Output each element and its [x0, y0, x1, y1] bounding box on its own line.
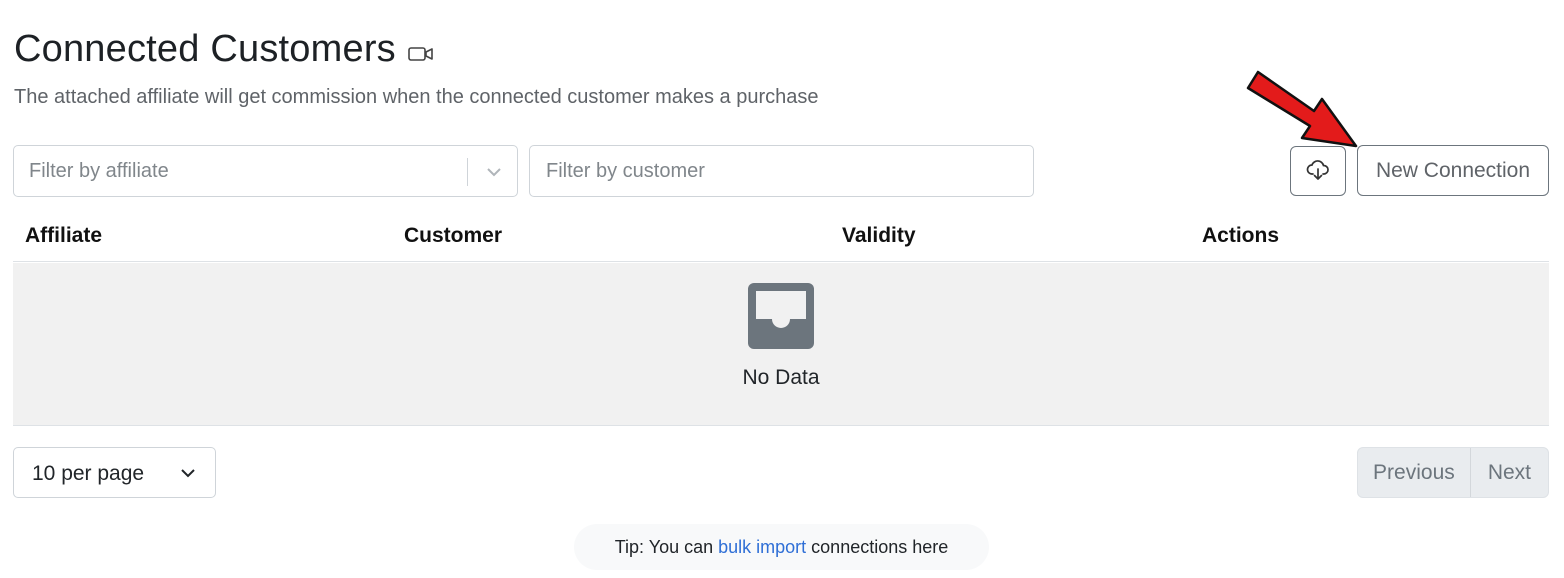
chevron-down-icon	[178, 463, 198, 483]
customer-filter-input[interactable]	[529, 145, 1034, 197]
video-icon[interactable]	[408, 45, 434, 63]
download-button[interactable]	[1290, 146, 1346, 196]
column-header-validity[interactable]: Validity	[842, 224, 916, 248]
cloud-download-icon	[1306, 159, 1330, 184]
per-page-value: 10 per page	[32, 462, 145, 485]
per-page-select[interactable]: 10 per page	[13, 447, 216, 498]
column-header-affiliate[interactable]: Affiliate	[25, 224, 102, 248]
chevron-down-icon[interactable]	[484, 162, 504, 182]
table-header: Affiliate Customer Validity Actions	[13, 210, 1549, 262]
no-data-text: No Data	[742, 366, 820, 389]
affiliate-filter-select[interactable]: Filter by affiliate	[13, 145, 518, 197]
annotation-arrow	[1240, 66, 1370, 156]
column-header-customer[interactable]: Customer	[404, 224, 502, 248]
pagination: Previous Next	[1357, 447, 1549, 498]
bulk-import-link[interactable]: bulk import	[718, 537, 806, 557]
title-row: Connected Customers	[14, 28, 434, 71]
next-page-button[interactable]: Next	[1471, 448, 1548, 497]
column-header-actions: Actions	[1202, 224, 1280, 247]
tip-prefix: Tip: You can	[614, 537, 719, 557]
page-subtitle: The attached affiliate will get commissi…	[14, 86, 819, 108]
new-connection-button[interactable]: New Connection	[1357, 145, 1549, 196]
page-title: Connected Customers	[14, 28, 396, 70]
tip-suffix: connections here	[806, 537, 949, 557]
select-separator	[467, 158, 468, 186]
affiliate-filter-placeholder: Filter by affiliate	[29, 160, 169, 182]
previous-page-button[interactable]: Previous	[1358, 448, 1471, 497]
table-empty-state: No Data	[13, 263, 1549, 426]
inbox-icon	[748, 283, 814, 349]
tip-banner: Tip: You can bulk import connections her…	[574, 524, 989, 570]
